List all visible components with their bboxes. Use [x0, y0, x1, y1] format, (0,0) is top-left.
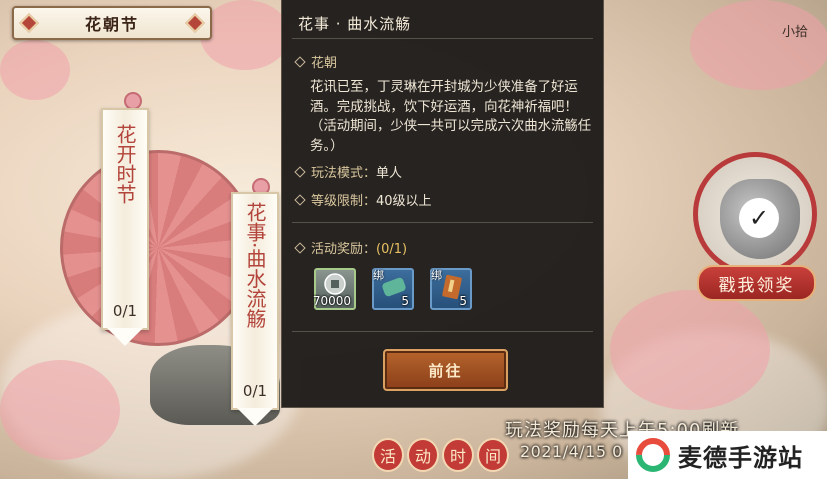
- reward-qty: 5: [459, 294, 467, 308]
- event-detail-panel: 花事 · 曲水流觞 花朝 花讯已至，丁灵琳在开封城为少侠准备了好运酒。完成挑战，…: [281, 0, 604, 408]
- reward-qty: 70000: [312, 294, 351, 308]
- bound-badge: 绑: [373, 269, 384, 282]
- reward-item-book[interactable]: 绑 5: [430, 268, 472, 310]
- tag-progress: 0/1: [242, 382, 268, 400]
- divider: [292, 331, 593, 332]
- seal-char: 动: [407, 438, 439, 472]
- reward-item-jade[interactable]: 绑 5: [372, 268, 414, 310]
- claim-button[interactable]: 戳我领奖: [697, 265, 816, 301]
- divider: [292, 222, 593, 223]
- game-scene: 花朝节 花开时节 0/1 花事·曲水流觞 0/1 花事 · 曲水流觞 花朝 花讯…: [0, 0, 827, 479]
- event-title: 花朝节: [84, 15, 139, 34]
- event-time-label: 活 动 时 间: [372, 438, 509, 472]
- rewards-row: 活动奖励：(0/1): [294, 238, 408, 257]
- diamond-icon: [294, 55, 306, 68]
- mode-label: 玩法模式：: [311, 166, 377, 181]
- blossom-cluster: [0, 40, 70, 100]
- bound-badge: 绑: [431, 269, 442, 282]
- diamond-icon: [294, 165, 306, 178]
- diamond-icon: [294, 193, 306, 206]
- tag-progress: 0/1: [112, 302, 138, 320]
- tag-label: 花事·曲水流觞: [243, 202, 267, 329]
- claim-reward-widget[interactable]: ✓ 戳我领奖: [693, 152, 823, 302]
- panel-title: 花事 · 曲水流觞: [298, 15, 412, 33]
- watermark-text: 麦德手游站: [678, 443, 803, 472]
- tag-label: 花开时节: [113, 124, 137, 204]
- rewards-label: 活动奖励：: [311, 242, 377, 257]
- ornament-icon: [19, 13, 39, 33]
- divider: [292, 38, 593, 39]
- top-right-label: 小拾: [782, 25, 809, 40]
- blossom-cluster: [690, 0, 827, 90]
- level-row: 等级限制：40级以上: [294, 190, 432, 209]
- rewards-progress: (0/1): [376, 242, 408, 257]
- ornament-icon: [185, 13, 205, 33]
- blossom-cluster: [0, 360, 120, 460]
- level-value: 40级以上: [376, 194, 432, 209]
- seal-char: 时: [442, 438, 474, 472]
- umbrella-decoration: [60, 150, 256, 346]
- mode-row: 玩法模式：单人: [294, 162, 403, 181]
- event-description: 花讯已至，丁灵琳在开封城为少侠准备了好运酒。完成挑战，饮下好运酒，向花神祈福吧！…: [310, 80, 592, 154]
- section-heading: 花朝: [294, 52, 338, 71]
- section-name: 花朝: [311, 56, 338, 71]
- pouch-frame: ✓: [693, 152, 817, 276]
- tag-flower-season[interactable]: 花开时节 0/1: [101, 108, 149, 330]
- mode-value: 单人: [376, 166, 403, 181]
- check-icon: ✓: [739, 198, 779, 238]
- event-date: 2021/4/15 0: [520, 442, 623, 461]
- watermark-logo-icon: [636, 438, 670, 472]
- event-title-banner: 花朝节: [12, 6, 212, 40]
- reward-item-coin[interactable]: 70000: [312, 268, 356, 310]
- diamond-icon: [294, 241, 306, 254]
- tag-river-feast[interactable]: 花事·曲水流觞 0/1: [231, 192, 279, 410]
- level-label: 等级限制：: [311, 194, 377, 209]
- watermark: 麦德手游站: [628, 431, 827, 479]
- seal-char: 活: [372, 438, 404, 472]
- go-button[interactable]: 前往: [383, 349, 508, 391]
- seal-char: 间: [477, 438, 509, 472]
- blossom-cluster: [610, 290, 770, 410]
- reward-qty: 5: [401, 294, 409, 308]
- blossom-cluster: [200, 0, 290, 70]
